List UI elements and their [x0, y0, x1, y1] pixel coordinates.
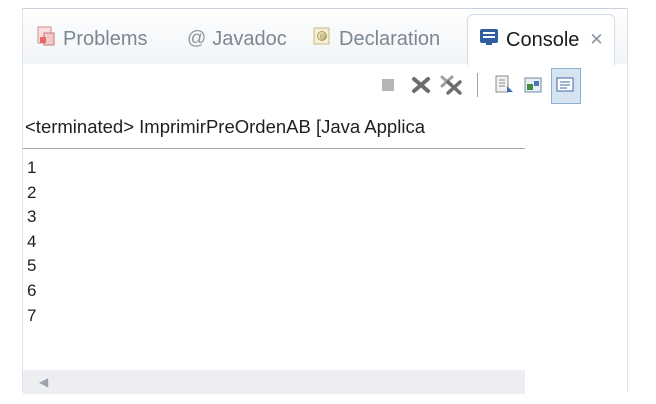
- console-line: 1: [27, 158, 37, 177]
- console-line: 4: [27, 231, 37, 251]
- toolbar-separator: [475, 68, 481, 102]
- remove-launch-icon[interactable]: [407, 68, 435, 102]
- console-line: 3: [27, 207, 37, 227]
- console-title: <terminated> ImprimirPreOrdenAB [Java Ap…: [23, 116, 525, 149]
- scroll-lock-icon[interactable]: [491, 68, 517, 102]
- tab-declaration[interactable]: @ Declaration: [311, 16, 440, 62]
- tab-label: Javadoc: [212, 27, 287, 50]
- tab-console[interactable]: Console ✕: [467, 14, 615, 65]
- remove-all-terminated-icon[interactable]: [437, 68, 467, 102]
- console-line: 7: [27, 305, 37, 325]
- at-icon: @: [187, 28, 207, 49]
- console-line: 6: [27, 280, 37, 300]
- terminate-icon[interactable]: [377, 68, 399, 102]
- close-icon[interactable]: ✕: [589, 30, 603, 50]
- console-output[interactable]: 1 2 3 4 5 6 7: [27, 156, 507, 328]
- pin-console-icon[interactable]: [521, 68, 547, 102]
- tab-problems[interactable]: Problems: [35, 16, 147, 62]
- console-line: 5: [27, 256, 37, 276]
- console-view: Problems @ Javadoc @ Declaration Console…: [22, 8, 628, 394]
- tab-label: Problems: [63, 27, 148, 50]
- tab-javadoc[interactable]: @ Javadoc: [187, 16, 287, 62]
- display-console-icon[interactable]: [551, 68, 581, 104]
- svg-text:@: @: [320, 33, 327, 41]
- tab-bar: Problems @ Javadoc @ Declaration Console…: [23, 14, 627, 65]
- scroll-left-icon[interactable]: ◀: [39, 375, 48, 389]
- tab-label: Declaration: [339, 27, 441, 50]
- console-toolbar: [23, 68, 627, 104]
- tab-label: Console: [506, 28, 580, 51]
- panel-border: [23, 8, 627, 9]
- console-icon: [478, 26, 500, 54]
- problems-icon: [35, 25, 57, 53]
- declaration-icon: @: [311, 25, 333, 53]
- horizontal-scrollbar[interactable]: ◀: [23, 370, 525, 394]
- console-line: 2: [27, 182, 37, 202]
